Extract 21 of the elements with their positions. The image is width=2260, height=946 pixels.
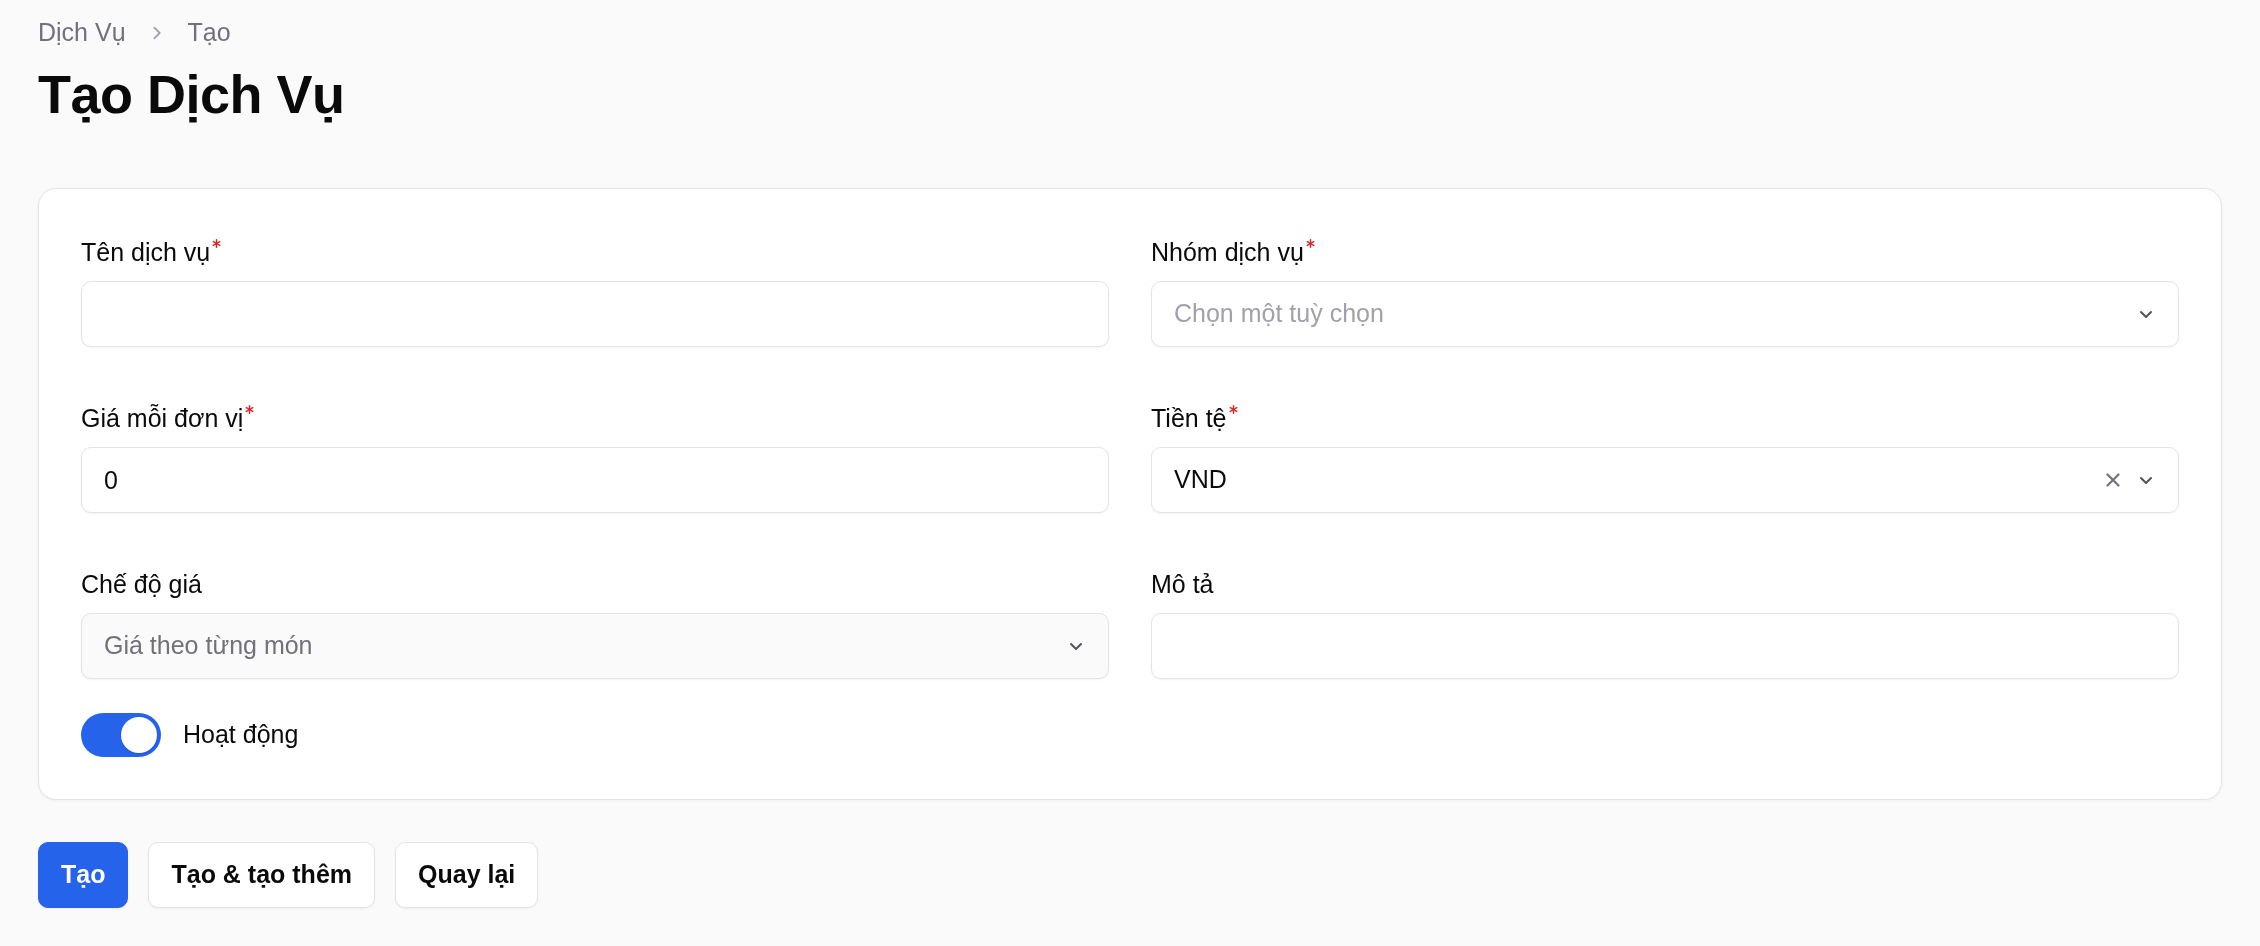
select-value: VND (1174, 464, 1227, 496)
select-value: Giá theo từng món (104, 630, 313, 662)
select-placeholder: Chọn một tuỳ chọn (1174, 298, 1384, 330)
field-label: Tên dịch vụ (81, 237, 211, 267)
text-field[interactable]: 0 (81, 447, 1109, 513)
field-label: Mô tả (1151, 569, 1214, 599)
field-label: Chế độ giá (81, 569, 202, 599)
select-field[interactable]: VND (1151, 447, 2179, 513)
field-label: Giá mỗi đơn vị (81, 403, 244, 433)
secondary-button[interactable]: Quay lại (395, 842, 539, 908)
toggle-switch[interactable] (81, 713, 161, 757)
toggle-label: Hoạt động (183, 719, 299, 751)
field-label: Nhóm dịch vụ (1151, 237, 1304, 267)
text-field[interactable] (81, 281, 1109, 347)
breadcrumb-link[interactable]: Dịch Vụ (38, 14, 126, 52)
secondary-button[interactable]: Tạo & tạo thêm (148, 842, 376, 908)
field-label: Tiền tệ (1151, 403, 1227, 433)
page-title: Tạo Dịch Vụ (38, 63, 346, 126)
primary-button[interactable]: Tạo (38, 842, 129, 908)
breadcrumb-link[interactable]: Tạo (187, 14, 231, 52)
text-field[interactable] (1151, 613, 2179, 679)
